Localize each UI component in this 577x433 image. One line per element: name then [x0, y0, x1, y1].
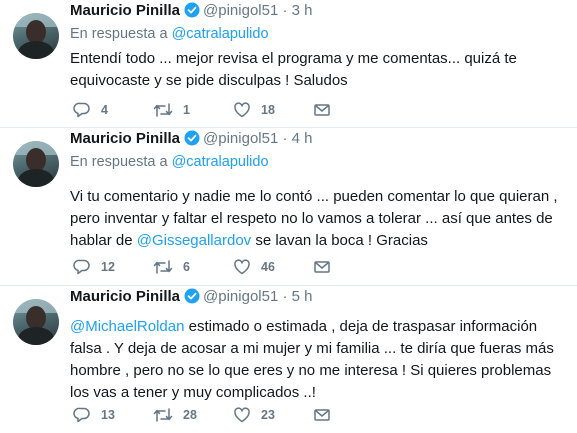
retweet-icon: [153, 408, 173, 422]
tweet-text-body: Entendí todo ... mejor revisa el program…: [70, 50, 517, 89]
like-button[interactable]: 23: [233, 406, 275, 424]
separator-dot: ·: [282, 288, 288, 305]
tweet-header: Mauricio Pinilla @pinigol51 · 3 h: [70, 2, 313, 22]
reply-context: En respuesta a @catralapulido: [70, 26, 269, 42]
reply-icon: [73, 407, 90, 423]
reply-to-link[interactable]: @catralapulido: [172, 154, 269, 170]
reply-button[interactable]: 12: [73, 258, 115, 276]
like-count: 23: [261, 408, 275, 422]
retweet-icon: [153, 103, 173, 117]
reply-icon: [73, 259, 90, 275]
user-handle[interactable]: @pinigol51: [203, 288, 278, 305]
timestamp[interactable]: 4 h: [292, 130, 313, 147]
user-handle[interactable]: @pinigol51: [203, 130, 278, 147]
tweet-text-tail: se lavan la boca ! Gracias: [251, 232, 428, 249]
separator-dot: ·: [282, 130, 288, 147]
mention-link[interactable]: @MichaelRoldan: [70, 318, 184, 335]
like-count: 18: [261, 103, 275, 117]
verified-icon: [184, 2, 200, 22]
reply-prefix: En respuesta a: [70, 154, 168, 170]
verified-icon: [184, 288, 200, 308]
reply-count: 13: [101, 408, 115, 422]
avatar[interactable]: [13, 299, 59, 345]
user-handle[interactable]: @pinigol51: [203, 2, 278, 19]
like-button[interactable]: 18: [233, 101, 275, 119]
like-button[interactable]: 46: [233, 258, 275, 276]
tweet-header: Mauricio Pinilla @pinigol51 · 5 h: [70, 288, 313, 308]
separator-dot: ·: [282, 2, 288, 19]
dm-icon: [314, 104, 330, 116]
like-icon: [234, 407, 250, 423]
dm-button[interactable]: [313, 406, 331, 424]
user-name[interactable]: Mauricio Pinilla: [70, 130, 180, 147]
like-icon: [234, 259, 250, 275]
reply-count: 12: [101, 260, 115, 274]
dm-button[interactable]: [313, 258, 331, 276]
retweet-button[interactable]: 28: [153, 406, 197, 424]
retweet-count: 28: [183, 408, 197, 422]
timestamp[interactable]: 5 h: [292, 288, 313, 305]
dm-button[interactable]: [313, 101, 331, 119]
timestamp[interactable]: 3 h: [292, 2, 313, 19]
retweet-count: 1: [183, 103, 190, 117]
reply-to-link[interactable]: @catralapulido: [172, 26, 269, 42]
verified-icon: [184, 130, 200, 150]
dm-icon: [314, 409, 330, 421]
tweet[interactable]: Mauricio Pinilla @pinigol51 · 5 h @Michae…: [0, 286, 577, 433]
tweet[interactable]: Mauricio Pinilla @pinigol51 · 4 h En resp…: [0, 128, 577, 286]
mention-link[interactable]: @Gissegallardov: [137, 232, 251, 249]
tweet[interactable]: Mauricio Pinilla @pinigol51 · 3 h En resp…: [0, 0, 577, 128]
retweet-count: 6: [183, 260, 190, 274]
reply-button[interactable]: 4: [73, 101, 108, 119]
reply-prefix: En respuesta a: [70, 26, 168, 42]
tweet-text: Entendí todo ... mejor revisa el program…: [70, 48, 570, 92]
tweet-header: Mauricio Pinilla @pinigol51 · 4 h: [70, 130, 313, 150]
dm-icon: [314, 261, 330, 273]
tweet-text: Vi tu comentario y nadie me lo contó ...…: [70, 186, 570, 252]
avatar[interactable]: [13, 13, 59, 59]
retweet-button[interactable]: 1: [153, 101, 190, 119]
like-count: 46: [261, 260, 275, 274]
user-name[interactable]: Mauricio Pinilla: [70, 288, 180, 305]
like-icon: [234, 102, 250, 118]
reply-context: En respuesta a @catralapulido: [70, 154, 269, 170]
user-name[interactable]: Mauricio Pinilla: [70, 2, 180, 19]
avatar[interactable]: [13, 141, 59, 187]
reply-count: 4: [101, 103, 108, 117]
reply-icon: [73, 102, 90, 118]
retweet-icon: [153, 260, 173, 274]
retweet-button[interactable]: 6: [153, 258, 190, 276]
reply-button[interactable]: 13: [73, 406, 115, 424]
tweet-text: @MichaelRoldan estimado o estimada , dej…: [70, 316, 570, 404]
